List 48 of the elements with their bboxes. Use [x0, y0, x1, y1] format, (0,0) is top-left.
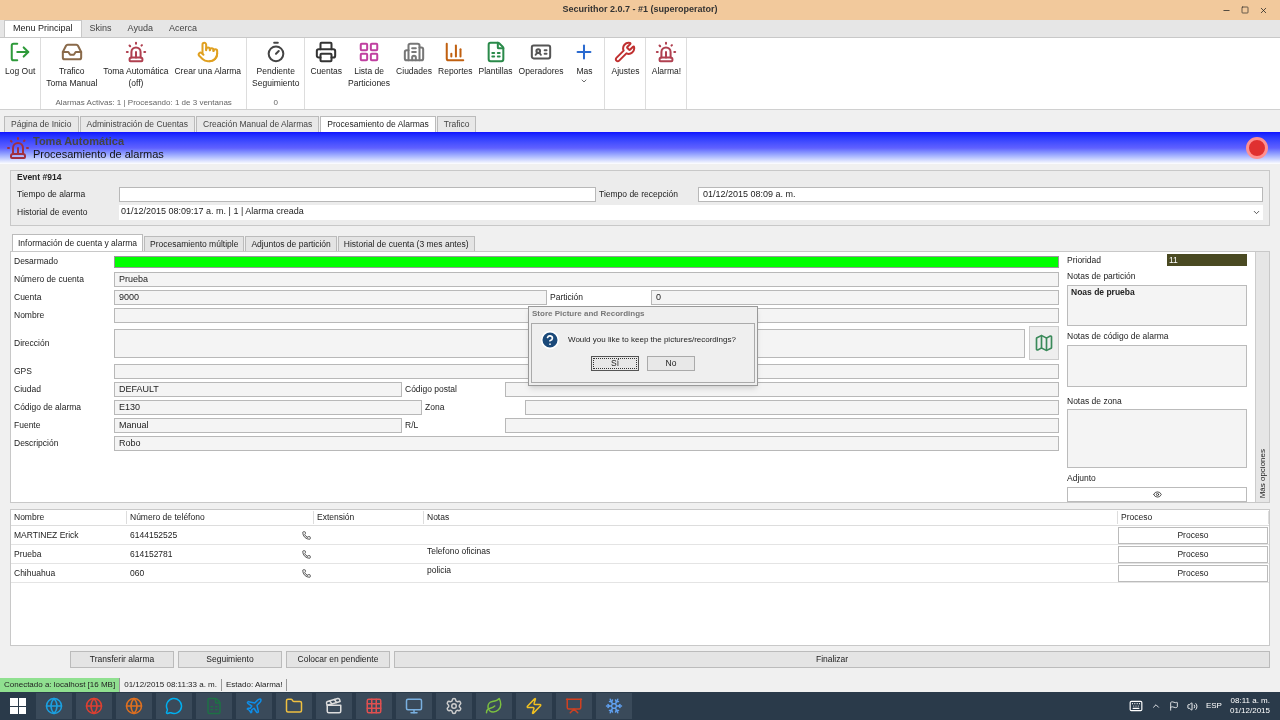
window-title: Securithor 2.0.7 - #1 (superoperator) — [562, 3, 718, 17]
table-cell-text: Chihuahua — [13, 566, 57, 580]
column-header: Número de teléfono — [127, 511, 314, 524]
clock-date: 01/12/2015 — [1229, 706, 1270, 716]
field-label: Cuenta — [14, 290, 43, 304]
status-time: 01/12/2015 08:11:33 a. m. — [120, 679, 222, 691]
field-label: Notas de zona — [1067, 394, 1123, 408]
field-label: Código de alarma — [14, 400, 83, 414]
column-header: Nombre — [11, 511, 127, 524]
field-label: Dirección — [14, 336, 51, 350]
table-cell-text: MARTINEZ Erick — [13, 528, 80, 542]
field-label: Código postal — [404, 382, 458, 396]
dialog-message: Would you like to keep the pictures/recordings? — [568, 334, 736, 346]
field-label: Desarmado — [14, 255, 59, 268]
group-footer: Alarmas Activas: 1 | Procesando: 1 de 3 ventanas — [43, 97, 245, 109]
field-label: Notas de código de alarma — [1067, 330, 1170, 344]
table-cell-text: policia — [426, 564, 453, 577]
field-label: Historial de evento — [17, 205, 89, 219]
clock-time: 08:11 a. m. — [1230, 696, 1270, 706]
page-title: Procesamiento de alarmas — [33, 148, 164, 161]
group-footer: 0 — [249, 97, 303, 109]
column-header: Proceso — [1118, 511, 1269, 524]
field-label: Ciudad — [14, 382, 42, 396]
connection-status: Conectado a: localhost [16 MB] — [0, 678, 121, 692]
status-state: Estado: Alarma! — [222, 679, 288, 691]
event-title: Event #914 — [16, 171, 63, 184]
field-label: Adjunto — [1067, 472, 1097, 485]
field-label: Prioridad — [1067, 253, 1103, 267]
table-cell-text: Prueba — [13, 547, 43, 561]
priority-value: 11 — [1167, 253, 1247, 267]
table-cell-text: 060 — [130, 566, 146, 580]
field-label: Notas de partición — [1067, 270, 1137, 283]
column-header: Extensión — [314, 511, 424, 524]
table-cell-text: 614152781 — [130, 547, 174, 561]
table-cell-text: Telefono oficinas — [426, 545, 492, 558]
dialog-title: Store Picture and Recordings — [531, 308, 646, 320]
field-label: Zona — [424, 400, 446, 414]
table-cell-text: 6144152525 — [130, 528, 179, 542]
field-label: GPS — [14, 364, 33, 378]
field-label: Nombre — [14, 308, 46, 322]
field-label: Tiempo de alarma — [17, 187, 87, 201]
field-label: Fuente — [14, 418, 42, 432]
mode-label: Toma Automática — [33, 135, 126, 148]
column-header: Notas — [424, 511, 1118, 524]
field-label: Tiempo de recepción — [598, 187, 680, 201]
field-label: Número de cuenta — [14, 272, 85, 286]
field-label: Descripción — [14, 436, 60, 450]
field-label: R/L — [404, 418, 420, 432]
